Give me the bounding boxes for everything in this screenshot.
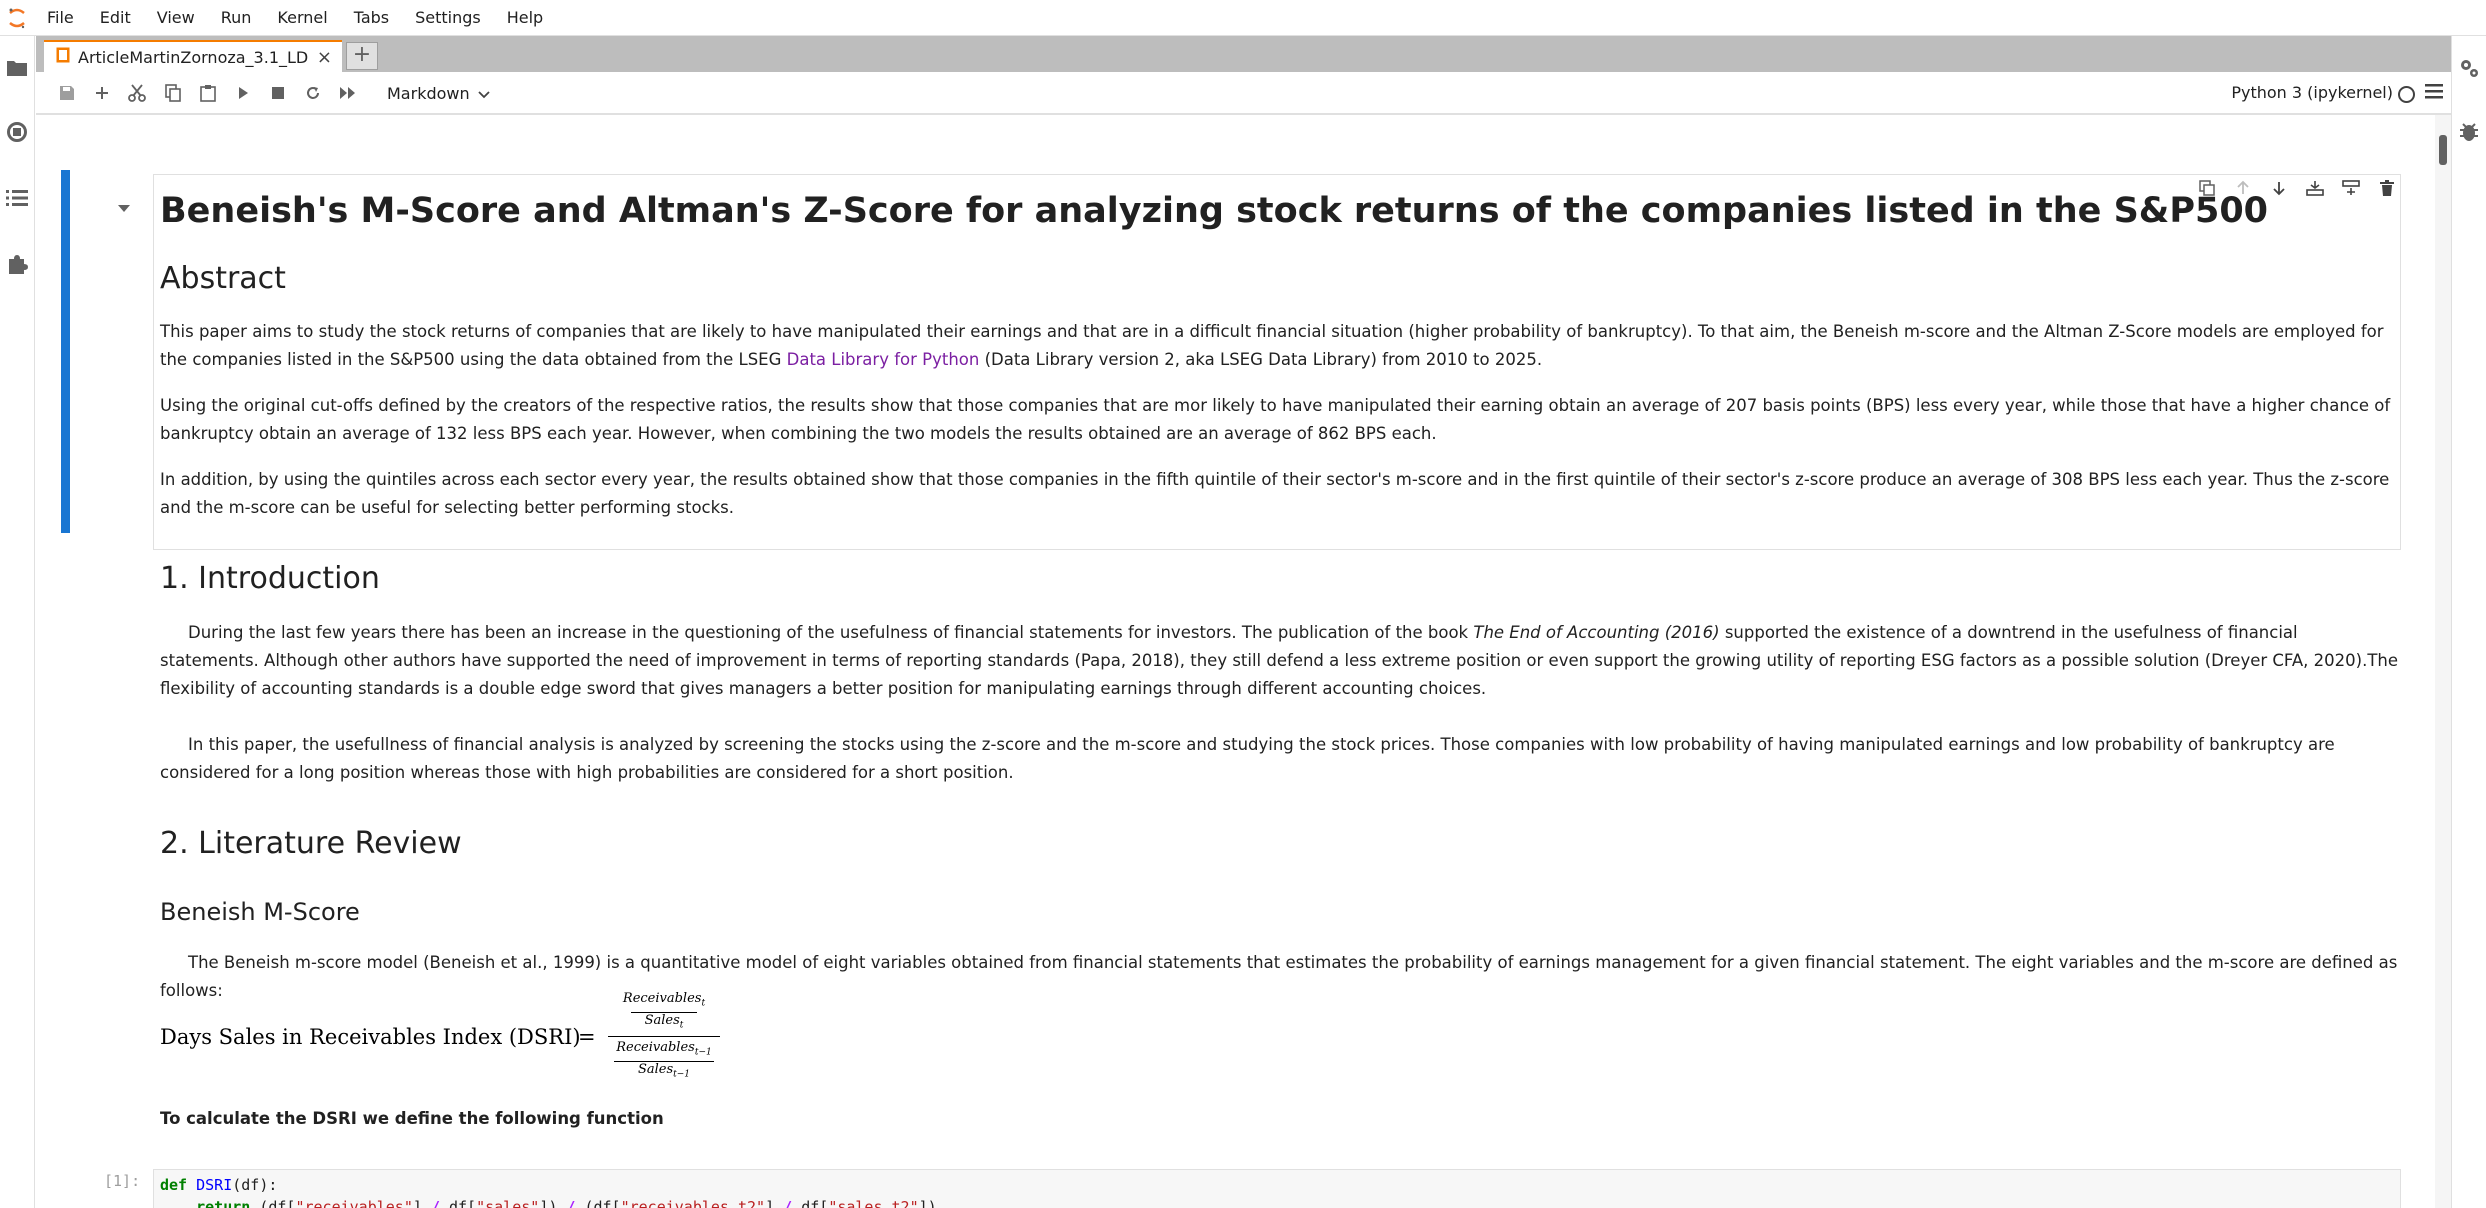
calc-dsri-text: To calculate the DSRI we define the foll… bbox=[160, 1109, 664, 1128]
denominator-bottom-sub: t−1 bbox=[673, 1069, 691, 1080]
abstract-paragraph-1: This paper aims to study the stock retur… bbox=[160, 318, 2400, 374]
code-string: "receivables_t2" bbox=[620, 1198, 766, 1208]
copy-icon[interactable] bbox=[160, 81, 186, 105]
code-string: "sales" bbox=[476, 1198, 540, 1208]
save-icon[interactable] bbox=[54, 81, 80, 105]
code-cell[interactable]: def DSRI(df): return (df["receivables"] … bbox=[153, 1169, 2401, 1208]
main-area: ArticleMartinZornoza_3.1_LD × + Markdown… bbox=[36, 36, 2451, 1208]
code-token: ]) bbox=[539, 1198, 567, 1208]
scrollbar[interactable] bbox=[2435, 115, 2451, 1208]
active-cell-indicator bbox=[61, 170, 70, 533]
code-token: df[ bbox=[792, 1198, 829, 1208]
denominator-top-sub: t−1 bbox=[694, 1047, 712, 1058]
function-params: (df): bbox=[232, 1176, 278, 1194]
cell-type-dropdown[interactable]: Markdown bbox=[387, 81, 490, 105]
notebook-tab[interactable]: ArticleMartinZornoza_3.1_LD × bbox=[44, 40, 342, 72]
code-token: df[ bbox=[439, 1198, 477, 1208]
left-sidebar bbox=[0, 36, 35, 1208]
code-token: ]) bbox=[918, 1198, 937, 1208]
code-operator: / bbox=[430, 1198, 440, 1208]
collapse-cell-icon[interactable] bbox=[118, 205, 130, 212]
jupyter-logo-icon bbox=[0, 0, 34, 36]
run-icon[interactable] bbox=[230, 81, 256, 105]
formula-fraction: Receivablest Salest Receivablest−1 Sales… bbox=[608, 991, 720, 1082]
menu-kernel[interactable]: Kernel bbox=[264, 0, 340, 36]
intro-p1-text: During the last few years there has been… bbox=[188, 623, 1474, 642]
code-string: "sales_t2" bbox=[828, 1198, 919, 1208]
abstract-paragraph-2: Using the original cut-offs defined by t… bbox=[160, 396, 2391, 443]
restart-icon[interactable] bbox=[300, 81, 326, 105]
running-kernels-icon[interactable] bbox=[5, 120, 29, 144]
intro-paragraph-2: In this paper, the usefullness of financ… bbox=[160, 735, 2335, 782]
notebook-panel: Beneish's M-Score and Altman's Z-Score f… bbox=[36, 115, 2451, 1208]
book-title: The End of Accounting (2016) bbox=[1473, 623, 1720, 642]
code-token: ] bbox=[765, 1198, 784, 1208]
kernel-name[interactable]: Python 3 (ipykernel) bbox=[2231, 81, 2393, 105]
notebook-toolbar: Markdown Python 3 (ipykernel) bbox=[36, 72, 2451, 114]
menu-settings[interactable]: Settings bbox=[402, 0, 494, 36]
menu-edit[interactable]: Edit bbox=[87, 0, 144, 36]
numerator-bottom-sub: t bbox=[679, 1020, 684, 1031]
beneish-m-score-heading: Beneish M-Score bbox=[160, 898, 360, 926]
intro-paragraph-1: During the last few years there has been… bbox=[160, 619, 2400, 703]
insert-cell-icon[interactable] bbox=[89, 81, 115, 105]
abstract-heading: Abstract bbox=[160, 261, 286, 296]
notebook-title: Beneish's M-Score and Altman's Z-Score f… bbox=[160, 191, 2269, 231]
cell-type-value: Markdown bbox=[387, 83, 470, 103]
hamburger-menu-icon[interactable] bbox=[2425, 83, 2445, 103]
menu-file[interactable]: File bbox=[34, 0, 87, 36]
kernel-status-icon bbox=[2398, 86, 2415, 103]
denominator-top: Receivables bbox=[616, 1040, 695, 1056]
extensions-icon[interactable] bbox=[5, 252, 29, 276]
introduction-heading: 1. Introduction bbox=[160, 561, 380, 596]
tab-title: ArticleMartinZornoza_3.1_LD bbox=[78, 47, 309, 67]
numerator-bottom: Sales bbox=[644, 1012, 680, 1028]
menu-tabs[interactable]: Tabs bbox=[341, 0, 402, 36]
tab-close-icon[interactable]: × bbox=[317, 47, 332, 68]
menu-help[interactable]: Help bbox=[494, 0, 556, 36]
new-launcher-button[interactable]: + bbox=[346, 42, 378, 70]
code-token: ] bbox=[412, 1198, 431, 1208]
cut-icon[interactable] bbox=[124, 81, 150, 105]
menu-bar: File Edit View Run Kernel Tabs Settings … bbox=[0, 0, 2486, 36]
menu-run[interactable]: Run bbox=[208, 0, 265, 36]
abstract-paragraph-3: In addition, by using the quintiles acro… bbox=[160, 470, 2390, 517]
numerator-top-sub: t bbox=[701, 998, 706, 1009]
scrollbar-thumb[interactable] bbox=[2439, 135, 2447, 165]
code-token: (df[ bbox=[575, 1198, 621, 1208]
folder-icon[interactable] bbox=[5, 56, 29, 80]
tab-bar: ArticleMartinZornoza_3.1_LD × + bbox=[36, 36, 2451, 72]
menu-view[interactable]: View bbox=[144, 0, 208, 36]
chevron-down-icon bbox=[477, 84, 490, 103]
return-keyword: return bbox=[196, 1198, 251, 1208]
debugger-icon[interactable] bbox=[2457, 120, 2481, 144]
def-keyword: def bbox=[160, 1176, 188, 1194]
data-library-link[interactable]: Data Library for Python bbox=[787, 350, 980, 369]
numerator-top: Receivables bbox=[622, 991, 702, 1006]
notebook-icon bbox=[56, 47, 70, 67]
formula-label: Days Sales in Receivables Index (DSRI) bbox=[160, 1025, 581, 1049]
literature-review-heading: 2. Literature Review bbox=[160, 826, 462, 861]
restart-run-all-icon[interactable] bbox=[335, 81, 361, 105]
function-name: DSRI bbox=[196, 1176, 233, 1194]
dsri-formula: Days Sales in Receivables Index (DSRI) =… bbox=[160, 991, 760, 1081]
execution-count: [1]: bbox=[104, 1172, 141, 1190]
property-inspector-icon[interactable] bbox=[2457, 56, 2481, 80]
right-sidebar bbox=[2451, 36, 2486, 1208]
code-string: "receivables" bbox=[295, 1198, 413, 1208]
paste-icon[interactable] bbox=[195, 81, 221, 105]
abstract-p1-text-end: (Data Library version 2, aka LSEG Data L… bbox=[979, 350, 1543, 369]
formula-equals: = bbox=[578, 1025, 596, 1049]
code-operator: / bbox=[783, 1198, 793, 1208]
code-token: (df[ bbox=[259, 1198, 296, 1208]
table-of-contents-icon[interactable] bbox=[5, 186, 29, 210]
denominator-bottom: Sales bbox=[637, 1061, 674, 1077]
stop-icon[interactable] bbox=[265, 81, 291, 105]
